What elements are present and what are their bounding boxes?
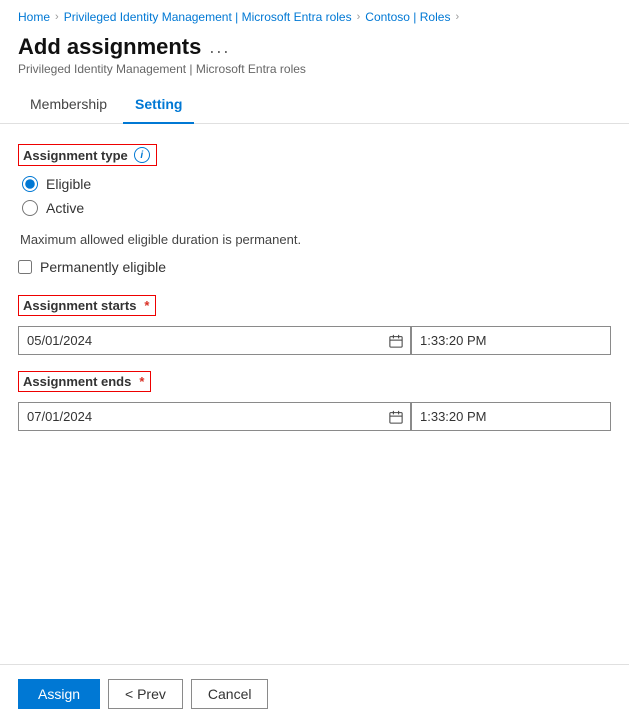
starts-calendar-button[interactable] xyxy=(381,326,411,355)
permanently-eligible-input[interactable] xyxy=(18,260,32,274)
ends-calendar-button[interactable] xyxy=(381,402,411,431)
permanently-eligible-checkbox[interactable]: Permanently eligible xyxy=(18,259,611,275)
radio-eligible[interactable]: Eligible xyxy=(22,176,611,192)
breadcrumb-roles[interactable]: Contoso | Roles xyxy=(365,10,450,24)
assignment-type-info-icon[interactable]: i xyxy=(134,147,150,163)
breadcrumb-sep-3: › xyxy=(455,11,459,23)
footer: Assign < Prev Cancel xyxy=(0,664,629,723)
cancel-button[interactable]: Cancel xyxy=(191,679,269,709)
starts-time-input[interactable] xyxy=(411,326,611,355)
assignment-type-radio-group: Eligible Active xyxy=(18,176,611,216)
ends-required-star: * xyxy=(139,374,144,389)
page-title: Add assignments xyxy=(18,34,201,60)
radio-active-label: Active xyxy=(46,200,84,216)
radio-eligible-label: Eligible xyxy=(46,176,91,192)
more-options-button[interactable]: ... xyxy=(209,37,230,58)
tab-membership[interactable]: Membership xyxy=(18,88,119,124)
breadcrumb-sep-1: › xyxy=(55,11,59,23)
assignment-starts-label: Assignment starts* xyxy=(18,295,156,316)
breadcrumb: Home › Privileged Identity Management | … xyxy=(0,0,629,30)
tab-setting[interactable]: Setting xyxy=(123,88,194,124)
page-subtitle: Privileged Identity Management | Microso… xyxy=(18,62,611,76)
assignment-ends-section: Assignment ends* xyxy=(18,371,611,431)
page-header: Add assignments ... Privileged Identity … xyxy=(0,30,629,84)
tabs: Membership Setting xyxy=(0,88,629,124)
ends-time-input[interactable] xyxy=(411,402,611,431)
assignment-ends-row xyxy=(18,402,611,431)
eligible-duration-info: Maximum allowed eligible duration is per… xyxy=(18,232,611,247)
breadcrumb-home[interactable]: Home xyxy=(18,10,50,24)
ends-date-input[interactable] xyxy=(18,402,411,431)
ends-date-wrapper xyxy=(18,402,411,431)
assignment-ends-label: Assignment ends* xyxy=(18,371,151,392)
main-content: Assignment type i Eligible Active Maximu… xyxy=(0,124,629,467)
assign-button[interactable]: Assign xyxy=(18,679,100,709)
radio-active-input[interactable] xyxy=(22,200,38,216)
radio-eligible-input[interactable] xyxy=(22,176,38,192)
breadcrumb-pim[interactable]: Privileged Identity Management | Microso… xyxy=(64,10,352,24)
permanently-eligible-label: Permanently eligible xyxy=(40,259,166,275)
prev-button[interactable]: < Prev xyxy=(108,679,183,709)
breadcrumb-sep-2: › xyxy=(357,11,361,23)
assignment-type-label: Assignment type i xyxy=(18,144,157,166)
assignment-starts-row xyxy=(18,326,611,355)
radio-active[interactable]: Active xyxy=(22,200,611,216)
calendar-icon-2 xyxy=(389,410,403,424)
assignment-starts-section: Assignment starts* xyxy=(18,295,611,355)
starts-required-star: * xyxy=(144,298,149,313)
calendar-icon xyxy=(389,334,403,348)
assignment-type-section: Assignment type i Eligible Active xyxy=(18,144,611,216)
starts-date-input[interactable] xyxy=(18,326,411,355)
starts-date-wrapper xyxy=(18,326,411,355)
